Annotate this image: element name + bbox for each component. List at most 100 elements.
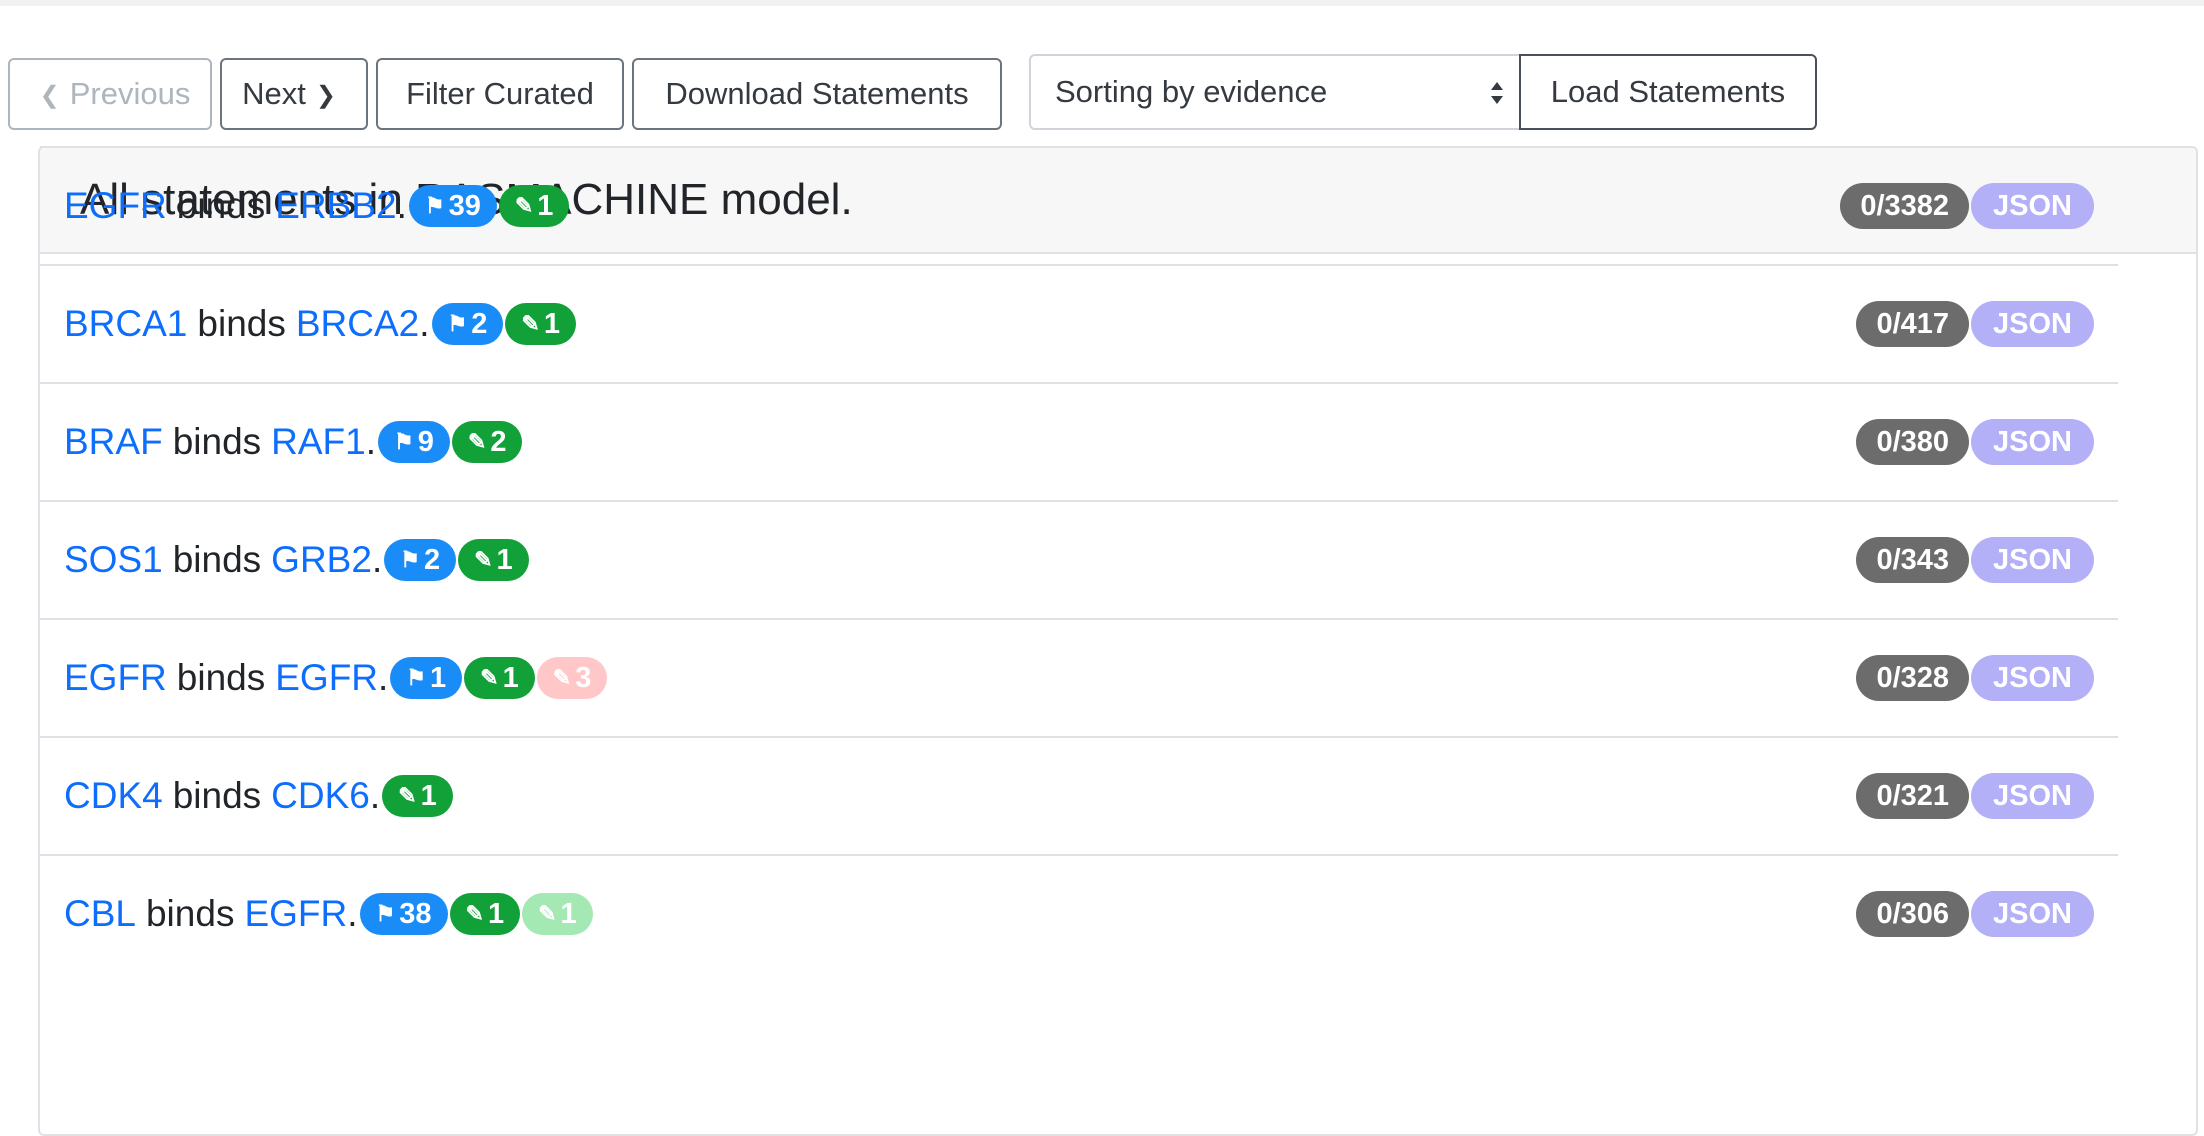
download-statements-label: Download Statements <box>665 76 969 111</box>
statement-row: BRCA1 binds BRCA2. ⚑ 2 ✎ 1 0/417 JSON <box>40 264 2118 382</box>
subject-link[interactable]: BRAF <box>64 421 163 463</box>
statement-text: EGFR binds ERBB2. ⚑ 39 ✎ 1 <box>40 185 570 227</box>
object-link[interactable]: BRCA2 <box>296 303 419 345</box>
badge-count: 1 <box>496 543 513 576</box>
statement-meta: 0/306 JSON <box>1856 856 2094 972</box>
badge-count: 39 <box>448 189 481 222</box>
badge-count: 1 <box>560 897 577 930</box>
statement-text: BRCA1 binds BRCA2. ⚑ 2 ✎ 1 <box>40 303 576 345</box>
next-button[interactable]: Next ❯ <box>220 58 368 130</box>
curation-badge[interactable]: ✎ 1 <box>522 893 593 935</box>
subject-link[interactable]: CDK4 <box>64 775 163 817</box>
statement-meta: 0/321 JSON <box>1856 738 2094 854</box>
evidence-count-badge: 0/343 <box>1856 537 1970 583</box>
statement-meta: 0/328 JSON <box>1856 620 2094 736</box>
curation-badge[interactable]: ✎ 2 <box>451 421 523 463</box>
curation-badge[interactable]: ✎ 1 <box>464 657 535 699</box>
chevron-right-icon: ❯ <box>315 81 336 109</box>
previous-button[interactable]: ❮ Previous <box>8 58 212 130</box>
statement-meta: 0/380 JSON <box>1856 384 2094 500</box>
badge-count: 2 <box>490 425 507 458</box>
flag-icon: ⚑ <box>375 901 396 926</box>
chevron-left-icon: ❮ <box>39 81 60 109</box>
flag-icon: ⚑ <box>400 547 420 572</box>
statement-period: . <box>396 185 407 226</box>
evidence-count-badge: 0/417 <box>1856 301 1970 347</box>
object-link[interactable]: GRB2 <box>271 539 372 581</box>
badge-count: 1 <box>543 307 560 340</box>
json-button[interactable]: JSON <box>1971 655 2094 701</box>
json-button[interactable]: JSON <box>1971 183 2094 229</box>
sort-select[interactable]: Sorting by evidence <box>1029 54 1529 130</box>
evidence-flag-badge[interactable]: ⚑ 1 <box>390 657 463 699</box>
subject-link[interactable]: CBL <box>64 893 136 935</box>
curation-badge[interactable]: ✎ 1 <box>449 893 521 935</box>
load-statements-button[interactable]: Load Statements <box>1519 54 1817 130</box>
statement-period: . <box>419 303 430 344</box>
badge-count: 9 <box>417 425 434 458</box>
object-link[interactable]: CDK6 <box>271 775 370 817</box>
statement-verb: binds <box>176 657 266 698</box>
json-button[interactable]: JSON <box>1971 537 2094 583</box>
object-link[interactable]: RAF1 <box>271 421 366 463</box>
load-statements-label: Load Statements <box>1550 74 1786 109</box>
statement-row: SOS1 binds GRB2. ⚑ 2 ✎ 1 0/343 JSON <box>40 500 2118 618</box>
statement-text: BRAF binds RAF1. ⚑ 9 ✎ 2 <box>40 421 523 463</box>
evidence-flag-badge[interactable]: ⚑ 39 <box>408 185 497 227</box>
json-button[interactable]: JSON <box>1971 891 2094 937</box>
statement-verb: binds <box>172 421 262 462</box>
flag-icon: ⚑ <box>394 429 414 454</box>
evidence-count-badge: 0/380 <box>1856 419 1970 465</box>
curation-badge[interactable]: ✎ 1 <box>382 775 453 817</box>
subject-link[interactable]: SOS1 <box>64 539 163 581</box>
statement-verb: binds <box>172 775 262 816</box>
badge-count: 3 <box>575 661 592 694</box>
statement-text: CDK4 binds CDK6. ✎ 1 <box>40 775 453 817</box>
object-link[interactable]: EGFR <box>244 893 347 935</box>
subject-link[interactable]: EGFR <box>64 185 167 227</box>
json-button[interactable]: JSON <box>1971 773 2094 819</box>
statement-verb: binds <box>197 303 286 344</box>
evidence-flag-badge[interactable]: ⚑ 38 <box>359 893 448 935</box>
pencil-icon: ✎ <box>474 547 493 572</box>
badge-count: 1 <box>420 779 437 812</box>
evidence-count-badge: 0/306 <box>1856 891 1970 937</box>
pencil-icon: ✎ <box>552 665 572 690</box>
filter-curated-label: Filter Curated <box>406 76 594 111</box>
flag-icon: ⚑ <box>424 193 445 218</box>
badge-count: 2 <box>423 543 441 576</box>
subject-link[interactable]: BRCA1 <box>64 303 187 345</box>
statement-row: CDK4 binds CDK6. ✎ 1 0/321 JSON <box>40 736 2118 854</box>
statement-row: CBL binds EGFR. ⚑ 38 ✎ 1 ✎ 1 0/306 JSON <box>40 854 2118 972</box>
badge-count: 1 <box>502 661 519 694</box>
statement-period: . <box>371 539 383 580</box>
statement-verb: binds <box>176 185 266 226</box>
sort-select-value: Sorting by evidence <box>1055 74 1328 109</box>
select-arrows-icon <box>1491 82 1503 104</box>
json-button[interactable]: JSON <box>1971 301 2094 347</box>
curation-badge[interactable]: ✎ 3 <box>536 657 608 699</box>
statement-list: EGFR binds ERBB2. ⚑ 39 ✎ 1 0/3382 JSON BRCA1 binds… <box>40 146 2118 972</box>
curation-badge[interactable]: ✎ 1 <box>505 303 576 345</box>
evidence-count-badge: 0/3382 <box>1840 183 1970 229</box>
evidence-flag-badge[interactable]: ⚑ 2 <box>384 539 457 581</box>
download-statements-button[interactable]: Download Statements <box>632 58 1002 130</box>
pencil-icon: ✎ <box>480 665 499 690</box>
curation-badge[interactable]: ✎ 1 <box>498 185 570 227</box>
curation-badge[interactable]: ✎ 1 <box>458 539 529 581</box>
json-button[interactable]: JSON <box>1971 419 2094 465</box>
filter-curated-button[interactable]: Filter Curated <box>376 58 624 130</box>
statement-text: SOS1 binds GRB2. ⚑ 2 ✎ 1 <box>40 539 529 581</box>
statement-verb: binds <box>145 893 235 934</box>
object-link[interactable]: EGFR <box>275 657 378 699</box>
flag-icon: ⚑ <box>447 311 468 336</box>
statement-text: CBL binds EGFR. ⚑ 38 ✎ 1 ✎ 1 <box>40 893 593 935</box>
object-link[interactable]: ERBB2 <box>275 185 396 227</box>
statement-text: EGFR binds EGFR. ⚑ 1 ✎ 1 ✎ 3 <box>40 657 608 699</box>
next-label: Next <box>242 76 306 111</box>
evidence-flag-badge[interactable]: ⚑ 9 <box>378 421 450 463</box>
badge-count: 2 <box>471 307 488 340</box>
evidence-flag-badge[interactable]: ⚑ 2 <box>431 303 504 345</box>
subject-link[interactable]: EGFR <box>64 657 167 699</box>
flag-icon: ⚑ <box>406 665 427 690</box>
